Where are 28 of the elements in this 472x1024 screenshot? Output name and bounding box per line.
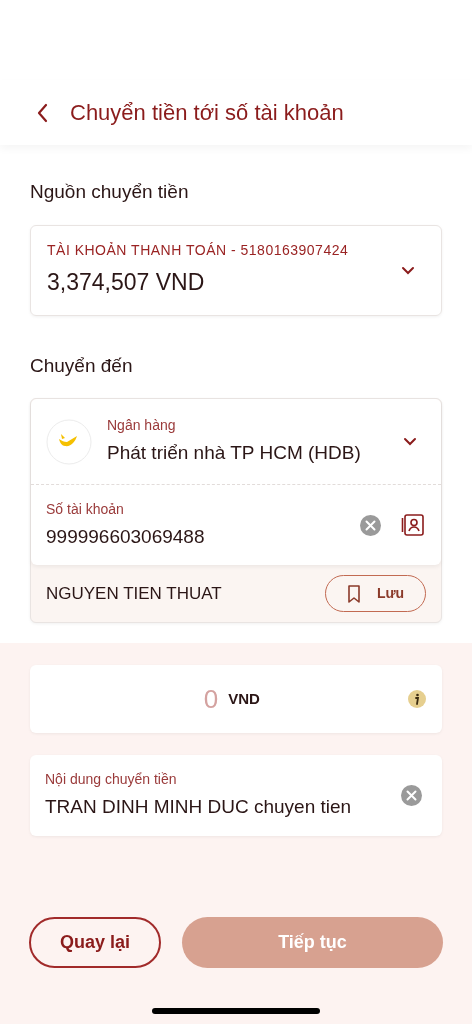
back-button[interactable]: Quay lại	[29, 917, 161, 968]
contact-card-icon[interactable]	[401, 513, 425, 537]
bookmark-icon	[346, 584, 361, 603]
chevron-down-icon	[403, 437, 417, 446]
account-balance: 3,374,507 VND	[47, 268, 206, 298]
clear-icon[interactable]	[401, 785, 422, 806]
memo-field[interactable]: Nội dung chuyển tiền TRAN DINH MINH DUC chuyen tien	[30, 755, 442, 836]
bank-name: Phát triển nhà TP HCM (HDB)	[107, 441, 362, 466]
clear-icon[interactable]	[360, 514, 381, 536]
field-label: Ngân hàng	[107, 416, 177, 436]
info-icon[interactable]	[408, 690, 426, 708]
field-label: Nội dung chuyển tiền	[45, 770, 178, 790]
bank-selector[interactable]: Ngân hàng Phát triển nhà TP HCM (HDB)	[31, 399, 441, 485]
page-title: Chuyển tiền tới số tài khoản	[70, 99, 344, 127]
bank-logo-icon	[46, 418, 92, 465]
account-holder-name: NGUYEN TIEN THUAT	[46, 582, 222, 605]
source-account-selector[interactable]: TÀI KHOẢN THANH TOÁN - 5180163907424 3,374,507 VND	[30, 224, 442, 316]
section-label: Nguồn chuyển tiền	[30, 180, 190, 204]
account-number-field[interactable]: 999996603069488	[46, 522, 306, 552]
amount-field[interactable]: 0 VND	[30, 665, 442, 733]
memo-text: TRAN DINH MINH DUC chuyen tien	[45, 795, 353, 820]
field-label: Số tài khoản	[46, 499, 125, 519]
currency-label: VND	[228, 688, 260, 709]
section-label: Chuyển đến	[30, 353, 134, 378]
account-name: TÀI KHOẢN THANH TOÁN - 5180163907424	[47, 241, 349, 261]
amount-input[interactable]: 0	[198, 679, 219, 719]
back-icon[interactable]	[36, 102, 48, 123]
chevron-down-icon	[401, 265, 415, 275]
